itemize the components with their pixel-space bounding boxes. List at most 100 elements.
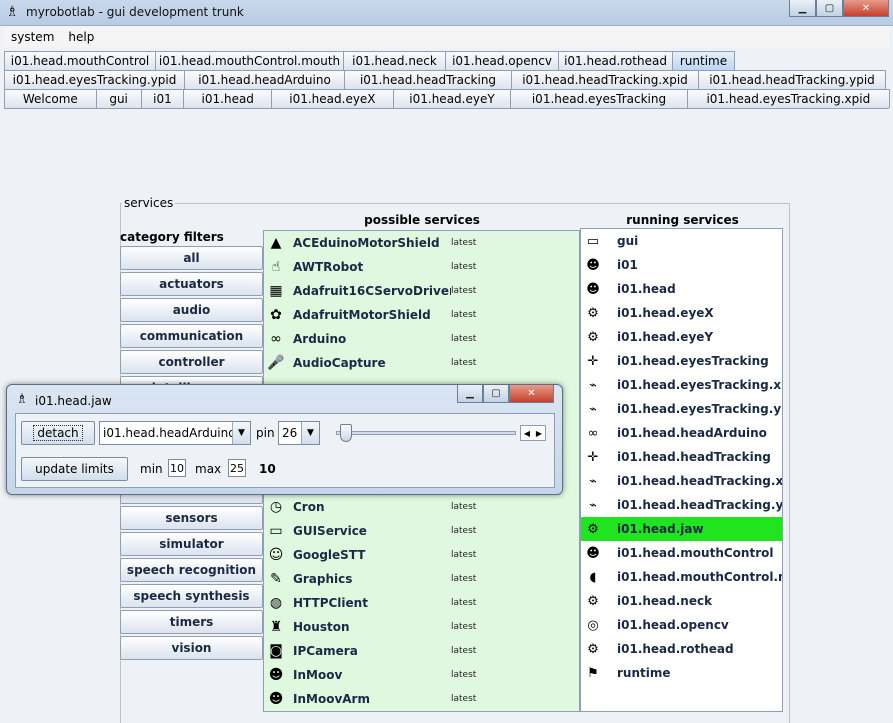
category-timers-button[interactable]: timers: [120, 610, 263, 634]
window-controls: ▁ ▢ ✕: [789, 0, 889, 17]
min-field[interactable]: 10: [168, 459, 186, 477]
running-service-row[interactable]: ⚙ i01.head.jaw: [581, 517, 782, 541]
jaw-close-button[interactable]: ✕: [509, 385, 554, 403]
tab-i01-head[interactable]: i01.head: [183, 89, 273, 108]
tab-row-2: i01.head.eyesTracking.ypid i01.head.headA…: [4, 70, 889, 89]
possible-service-name: IPCamera: [293, 644, 358, 658]
close-button[interactable]: ✕: [843, 0, 889, 17]
possible-service-row[interactable]: 🎤 AudioCapture latest: [264, 351, 579, 375]
category-sensors-button[interactable]: sensors: [120, 506, 263, 530]
minimize-button[interactable]: ▁: [789, 0, 816, 17]
arrow-left-icon[interactable]: ◀: [521, 426, 533, 440]
service-icon: ✛: [587, 449, 599, 465]
running-service-row[interactable]: ☻ i01.head: [581, 277, 782, 301]
running-service-row[interactable]: ⚑ runtime: [581, 661, 782, 685]
chevron-down-icon[interactable]: ▼: [301, 422, 319, 444]
tab-i01-head-eyestracking-xpid[interactable]: i01.head.eyesTracking.xpid: [686, 89, 890, 108]
possible-service-row[interactable]: ☻ InMoov latest: [264, 663, 579, 687]
jaw-maximize-button[interactable]: ▢: [483, 385, 509, 403]
category-controller-button[interactable]: controller: [120, 350, 263, 374]
position-slider[interactable]: ◀ ▶: [332, 422, 546, 444]
pin-select[interactable]: 26 ▼: [278, 421, 320, 445]
possible-service-row[interactable]: ◷ Cron latest: [264, 495, 579, 519]
running-service-row[interactable]: ✛ i01.head.headTracking: [581, 445, 782, 469]
tab-i01-head-eyex[interactable]: i01.head.eyeX: [271, 89, 394, 108]
possible-service-row[interactable]: ◙ IPCamera latest: [264, 639, 579, 663]
controller-select-value: i01.head.headArduino: [103, 426, 232, 440]
category-actuators-button[interactable]: actuators: [120, 272, 263, 296]
running-service-row[interactable]: ▭ gui: [581, 229, 782, 253]
tab-i01-head-eyestracking-ypid[interactable]: i01.head.eyesTracking.ypid: [4, 70, 185, 89]
category-all-button[interactable]: all: [120, 246, 263, 270]
running-service-name: i01.head.opencv: [617, 618, 729, 632]
tab-i01-head-headtracking-xpid[interactable]: i01.head.headTracking.xpid: [511, 70, 699, 89]
service-version-status: latest: [451, 550, 477, 560]
possible-service-row[interactable]: ☺ GoogleSTT latest: [264, 543, 579, 567]
tab-i01-head-eyestracking[interactable]: i01.head.eyesTracking: [510, 89, 688, 108]
possible-service-row[interactable]: ☝ AWTRobot latest: [264, 255, 579, 279]
category-speech-recognition-button[interactable]: speech recognition: [120, 558, 263, 582]
maximize-button[interactable]: ▢: [816, 0, 843, 17]
chevron-down-icon[interactable]: ▼: [232, 422, 250, 444]
possible-service-row[interactable]: ▭ GUIService latest: [264, 519, 579, 543]
running-service-name: runtime: [617, 666, 671, 680]
running-service-row[interactable]: ◖ i01.head.mouthControl.mouth: [581, 565, 782, 589]
running-service-row[interactable]: ☻ i01: [581, 253, 782, 277]
possible-service-name: Cron: [293, 500, 325, 514]
tab-i01-head-mouthcontrol-mouth[interactable]: i01.head.mouthControl.mouth: [155, 51, 344, 70]
controller-select[interactable]: i01.head.headArduino ▼: [99, 421, 251, 445]
running-service-row[interactable]: ⚙ i01.head.rothead: [581, 637, 782, 661]
running-service-row[interactable]: ∞ i01.head.headArduino: [581, 421, 782, 445]
arrow-right-icon[interactable]: ▶: [533, 426, 545, 440]
tab-i01-head-mouthcontrol[interactable]: i01.head.mouthControl: [4, 51, 156, 70]
possible-service-row[interactable]: ✎ Graphics latest: [264, 567, 579, 591]
menu-system[interactable]: system: [4, 30, 61, 44]
menu-help[interactable]: help: [61, 30, 101, 44]
service-icon: ◙: [269, 643, 283, 659]
slider-knob[interactable]: [340, 424, 352, 442]
possible-service-row[interactable]: ✿ AdafruitMotorShield latest: [264, 303, 579, 327]
running-service-row[interactable]: ⚙ i01.head.eyeY: [581, 325, 782, 349]
possible-service-row[interactable]: ▦ Adafruit16CServoDriver latest: [264, 279, 579, 303]
category-audio-button[interactable]: audio: [120, 298, 263, 322]
possible-service-row[interactable]: ∞ Arduino latest: [264, 327, 579, 351]
category-vision-button[interactable]: vision: [120, 636, 263, 660]
category-communication-button[interactable]: communication: [120, 324, 263, 348]
possible-service-name: AWTRobot: [293, 260, 364, 274]
tab-welcome[interactable]: Welcome: [4, 89, 97, 108]
tab-i01-head-headtracking[interactable]: i01.head.headTracking: [344, 70, 512, 89]
possible-service-row[interactable]: ◍ HTTPClient latest: [264, 591, 579, 615]
running-service-row[interactable]: ⌁ i01.head.eyesTracking.xpid: [581, 373, 782, 397]
running-service-row[interactable]: ⌁ i01.head.headTracking.xpid: [581, 469, 782, 493]
tab-i01-head-eyey[interactable]: i01.head.eyeY: [392, 89, 512, 108]
tab-gui[interactable]: gui: [95, 89, 142, 108]
running-service-name: i01.head.eyesTracking: [617, 354, 769, 368]
running-service-row[interactable]: ☻ i01.head.mouthControl: [581, 541, 782, 565]
update-limits-button[interactable]: update limits: [21, 457, 128, 481]
running-service-row[interactable]: ⚙ i01.head.eyeX: [581, 301, 782, 325]
possible-service-row[interactable]: ♜ Houston latest: [264, 615, 579, 639]
running-services-list[interactable]: ▭ gui ☻ i01 ☻ i01.head ⚙ i01.head.eyeX ⚙ i01.head…: [580, 228, 783, 712]
max-field[interactable]: 25: [228, 459, 246, 477]
category-simulator-button[interactable]: simulator: [120, 532, 263, 556]
tab-i01-head-headarduino[interactable]: i01.head.headArduino: [184, 70, 345, 89]
detach-button[interactable]: detach: [21, 421, 95, 445]
running-service-row[interactable]: ⚙ i01.head.neck: [581, 589, 782, 613]
running-service-row[interactable]: ◎ i01.head.opencv: [581, 613, 782, 637]
possible-service-row[interactable]: ▲ ACEduinoMotorShield latest: [264, 231, 579, 255]
slider-track[interactable]: [336, 431, 516, 435]
running-service-row[interactable]: ✛ i01.head.eyesTracking: [581, 349, 782, 373]
running-service-row[interactable]: ⌁ i01.head.eyesTracking.ypid: [581, 397, 782, 421]
tab-i01-head-headtracking-ypid[interactable]: i01.head.headTracking.ypid: [698, 70, 886, 89]
tab-i01-head-neck[interactable]: i01.head.neck: [343, 51, 446, 70]
tab-i01-head-rothead[interactable]: i01.head.rothead: [558, 51, 673, 70]
tab-i01-head-opencv[interactable]: i01.head.opencv: [445, 51, 559, 70]
tab-i01[interactable]: i01: [140, 89, 185, 108]
slider-arrows: ◀ ▶: [520, 425, 546, 441]
service-icon: ⚙: [587, 305, 599, 321]
running-service-row[interactable]: ⌁ i01.head.headTracking.ypid: [581, 493, 782, 517]
possible-service-row[interactable]: ☻ InMoovArm latest: [264, 687, 579, 711]
tab-runtime[interactable]: runtime: [672, 51, 735, 70]
jaw-minimize-button[interactable]: ▁: [457, 385, 483, 403]
category-speech-synthesis-button[interactable]: speech synthesis: [120, 584, 263, 608]
